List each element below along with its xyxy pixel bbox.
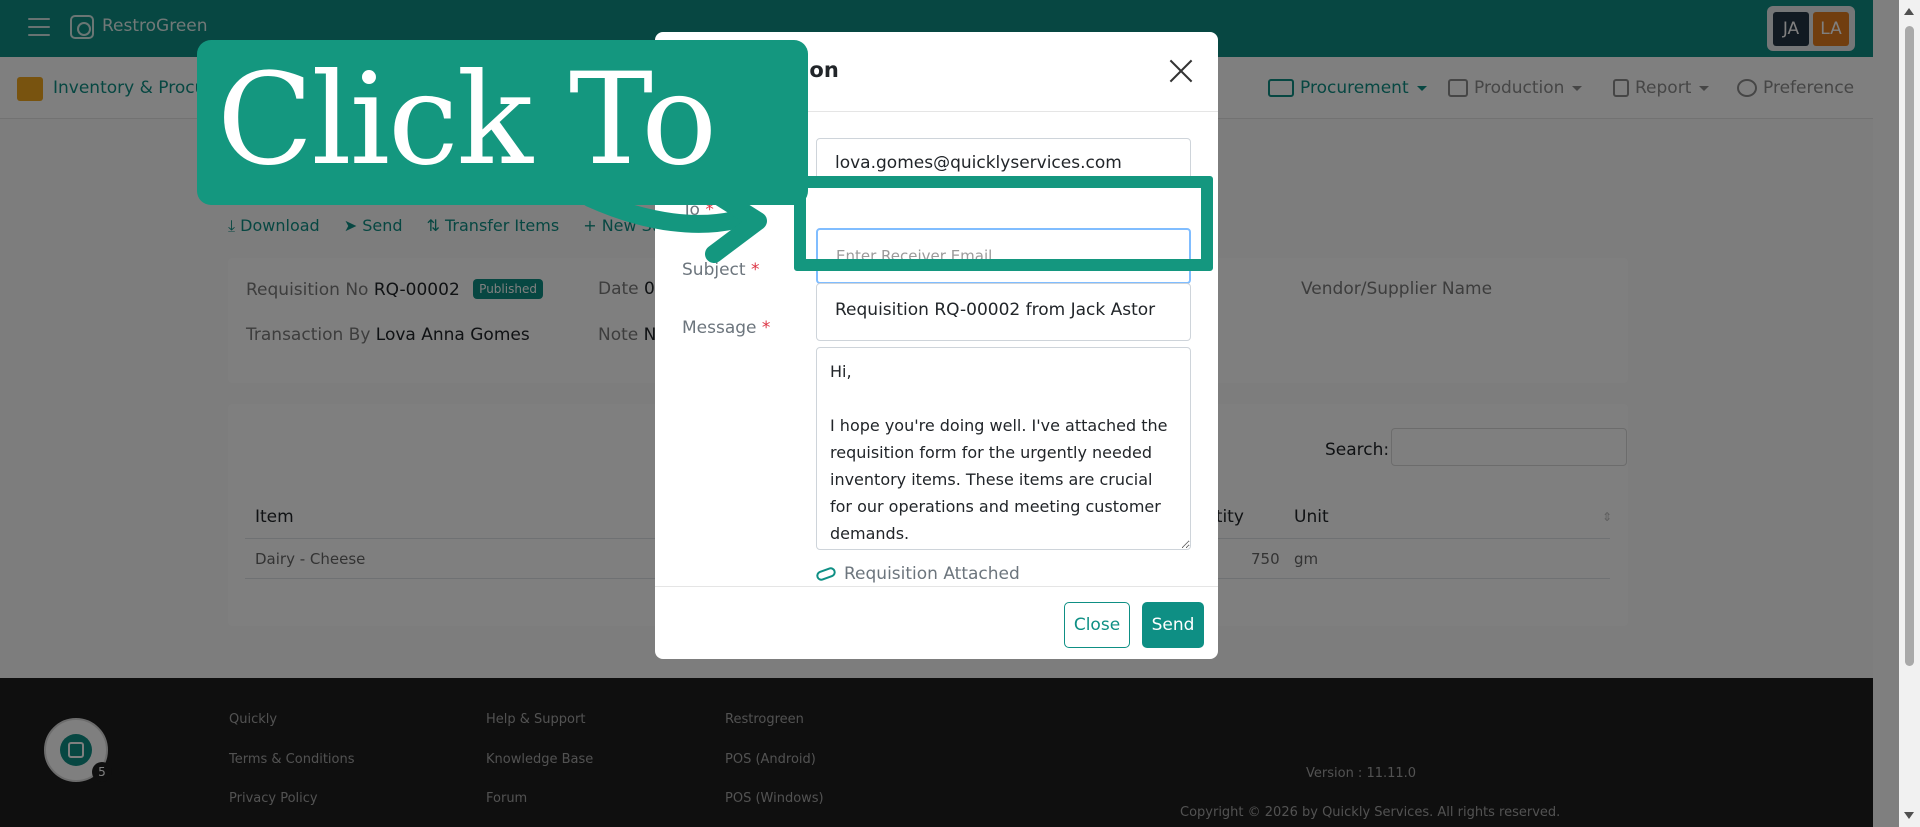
- required-marker: *: [750, 260, 760, 280]
- subject-label-text: Subject: [682, 260, 746, 280]
- attachment-indicator: Requisition Attached: [814, 564, 1020, 584]
- close-button[interactable]: Close: [1064, 602, 1130, 648]
- required-marker: *: [761, 318, 771, 338]
- attachment-label: Requisition Attached: [844, 564, 1020, 584]
- subject-input[interactable]: Requisition RQ-00002 from Jack Astor: [816, 283, 1191, 341]
- scroll-down-icon[interactable]: [1904, 812, 1914, 819]
- tutorial-highlight-frame: [794, 176, 1213, 271]
- modal-footer-divider: [655, 586, 1218, 587]
- close-icon[interactable]: [1168, 58, 1194, 84]
- tutorial-callout: Click To: [197, 40, 808, 205]
- send-button[interactable]: Send: [1142, 602, 1204, 648]
- message-textarea[interactable]: Hi, I hope you're doing well. I've attac…: [816, 347, 1191, 550]
- message-label: Message *: [682, 318, 770, 338]
- scroll-up-icon[interactable]: [1904, 8, 1914, 15]
- tutorial-callout-text: Click To: [217, 46, 717, 193]
- paperclip-icon: [814, 565, 838, 583]
- scrollbar-thumb[interactable]: [1905, 26, 1914, 666]
- subject-label: Subject *: [682, 260, 759, 280]
- message-label-text: Message: [682, 318, 757, 338]
- page-scrollbar[interactable]: [1899, 0, 1920, 827]
